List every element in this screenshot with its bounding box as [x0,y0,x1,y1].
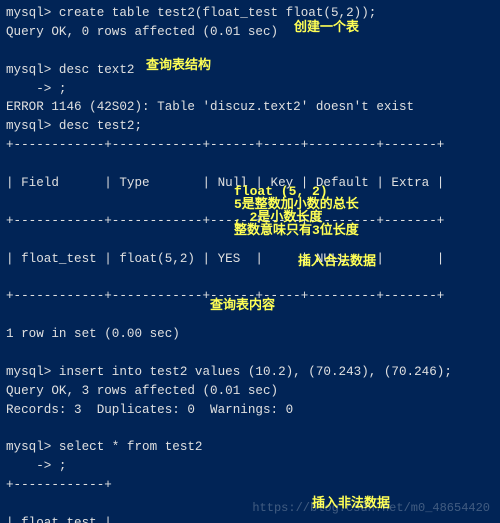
terminal-output: mysql> create table test2(float_test flo… [0,0,500,523]
